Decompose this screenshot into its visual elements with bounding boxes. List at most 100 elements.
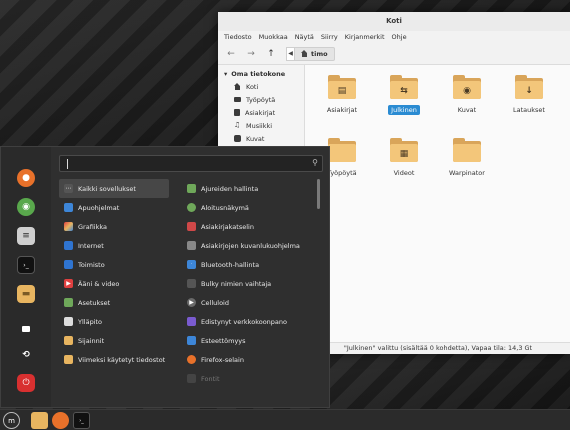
favorites-column: ● ◉ ≡ ›_ ▬ ⟲ ⏻ xyxy=(1,147,51,407)
terminal-icon: ›_ xyxy=(79,417,84,424)
internet-icon xyxy=(64,241,73,250)
menu-edit[interactable]: Muokkaa xyxy=(259,31,288,43)
up-arrow-icon[interactable]: ↑ xyxy=(264,47,278,61)
menu-button[interactable]: m xyxy=(3,412,20,429)
file-item-pictures[interactable]: ◉ Kuvat xyxy=(439,71,495,131)
category-preferences[interactable]: Asetukset xyxy=(59,293,169,312)
category-list: ⋯ Kaikki sovellukset Apuohjelmat Grafiik… xyxy=(59,179,169,369)
home-icon xyxy=(301,50,308,57)
file-item-documents[interactable]: ▤ Asiakirjat xyxy=(314,71,370,131)
category-label: Kaikki sovellukset xyxy=(78,184,136,193)
app-item-document-scanner[interactable]: Asiakirjojen kuvanlukuohjelma xyxy=(183,236,318,255)
terminal-icon: ›_ xyxy=(23,261,29,269)
home-icon xyxy=(234,83,241,90)
category-administration[interactable]: Ylläpito xyxy=(59,312,169,331)
category-sound-video[interactable]: ▶ Ääni & video xyxy=(59,274,169,293)
camera-folder-icon: ◉ xyxy=(453,75,481,99)
terminal-favorite[interactable]: ›_ xyxy=(17,256,35,274)
path-button-home[interactable]: timo xyxy=(295,46,335,61)
app-item-bluetooth[interactable]: ᛫ Bluetooth-hallinta xyxy=(183,255,318,274)
app-item-welcome[interactable]: Aloitusnäkymä xyxy=(183,198,318,217)
file-item-warpinator[interactable]: Warpinator xyxy=(439,134,495,194)
sidebar-item-home[interactable]: Koti xyxy=(218,80,304,93)
menu-file[interactable]: Tiedosto xyxy=(224,31,252,43)
sidebar-item-label: Kuvat xyxy=(246,134,265,143)
sidebar-item-pictures[interactable]: Kuvat xyxy=(218,132,304,145)
app-item-fonts[interactable]: Fontit xyxy=(183,369,318,388)
sidebar-item-desktop[interactable]: Työpöytä xyxy=(218,93,304,106)
network-icon xyxy=(187,317,196,326)
app-item-bulky[interactable]: Bulky nimien vaihtaja xyxy=(183,274,318,293)
sidebar-heading: Oma tietokone xyxy=(231,70,286,78)
software-manager-icon: ◉ xyxy=(22,202,30,212)
file-item-downloads[interactable]: ↓ Lataukset xyxy=(501,71,557,131)
logout-button[interactable]: ⟲ xyxy=(17,346,35,364)
accessories-icon xyxy=(64,203,73,212)
category-recent-files[interactable]: Viimeksi käytetyt tiedostot xyxy=(59,350,169,369)
file-label: Kuvat xyxy=(457,106,477,114)
software-manager-favorite[interactable]: ◉ xyxy=(17,198,35,216)
app-item-accessibility[interactable]: Esteettömyys xyxy=(183,331,318,350)
bluetooth-icon: ᛫ xyxy=(187,260,196,269)
sidebar-item-music[interactable]: Musiikki xyxy=(218,119,304,132)
sidebar-item-documents[interactable]: Asiakirjat xyxy=(218,106,304,119)
terminal-launcher[interactable]: ›_ xyxy=(73,412,90,429)
app-item-network-config[interactable]: Edistynyt verkkokoonpano xyxy=(183,312,318,331)
app-item-document-viewer[interactable]: Asiakirjakatselin xyxy=(183,217,318,236)
category-all-applications[interactable]: ⋯ Kaikki sovellukset xyxy=(59,179,169,198)
menu-bookmarks[interactable]: Kirjanmerkit xyxy=(345,31,385,43)
scanner-icon xyxy=(187,241,196,250)
forward-arrow-icon[interactable]: → xyxy=(244,47,258,61)
toolbar: ← → ↑ ◀ timo xyxy=(218,43,570,65)
status-bar: "Julkinen" valittu (sisältää 0 kohdetta)… xyxy=(306,342,570,354)
search-input[interactable]: ⚲ xyxy=(59,155,323,172)
category-label: Grafiikka xyxy=(78,222,107,231)
files-favorite[interactable]: ▬ xyxy=(17,285,35,303)
app-item-firefox[interactable]: Firefox-selain xyxy=(183,350,318,369)
category-office[interactable]: Toimisto xyxy=(59,255,169,274)
file-label: Lataukset xyxy=(513,106,545,114)
path-button-label: timo xyxy=(311,49,328,58)
files-launcher[interactable] xyxy=(31,412,48,429)
app-item-driver-manager[interactable]: Ajureiden hallinta xyxy=(183,179,318,198)
category-label: Sijainnit xyxy=(78,336,105,345)
system-settings-favorite[interactable]: ≡ xyxy=(17,227,35,245)
lock-icon xyxy=(22,325,30,332)
firefox-favorite[interactable]: ● xyxy=(17,169,35,187)
back-arrow-icon[interactable]: ← xyxy=(224,47,238,61)
app-list-scrollbar[interactable] xyxy=(317,179,320,209)
app-label: Bluetooth-hallinta xyxy=(201,260,260,269)
collapse-arrow-icon: ▾ xyxy=(224,70,228,78)
app-item-celluloid[interactable]: ▶ Celluloid xyxy=(183,293,318,312)
firefox-launcher[interactable] xyxy=(52,412,69,429)
sidebar-section-my-computer[interactable]: ▾ Oma tietokone xyxy=(218,68,304,80)
mint-logo-icon: m xyxy=(8,416,15,425)
lock-screen-button[interactable] xyxy=(17,318,35,336)
path-left-arrow-icon[interactable]: ◀ xyxy=(286,46,295,61)
app-label: Aloitusnäkymä xyxy=(201,203,249,212)
download-folder-icon: ↓ xyxy=(515,75,543,99)
file-item-public[interactable]: ⇆ Julkinen xyxy=(376,71,432,131)
menu-help[interactable]: Ohje xyxy=(392,31,407,43)
music-icon xyxy=(234,122,241,129)
shutdown-button[interactable]: ⏻ xyxy=(17,374,35,392)
window-title: Koti xyxy=(218,12,570,31)
welcome-icon xyxy=(187,203,196,212)
category-internet[interactable]: Internet xyxy=(59,236,169,255)
menu-go[interactable]: Siirry xyxy=(321,31,338,43)
file-item-videos[interactable]: ▦ Videot xyxy=(376,134,432,194)
folder-icon xyxy=(453,138,481,162)
sidebar-item-label: Asiakirjat xyxy=(245,108,276,117)
category-graphics[interactable]: Grafiikka xyxy=(59,217,169,236)
category-accessories[interactable]: Apuohjelmat xyxy=(59,198,169,217)
document-icon xyxy=(234,109,240,116)
category-label: Asetukset xyxy=(78,298,111,307)
category-places[interactable]: Sijainnit xyxy=(59,331,169,350)
document-folder-icon: ▤ xyxy=(328,75,356,99)
menu-view[interactable]: Näytä xyxy=(295,31,314,43)
text-caret xyxy=(67,159,68,169)
file-label: Julkinen xyxy=(388,105,420,115)
places-folder-icon xyxy=(64,336,73,345)
desktop-folder-icon xyxy=(328,138,356,162)
sidebar-item-label: Musiikki xyxy=(246,121,273,130)
